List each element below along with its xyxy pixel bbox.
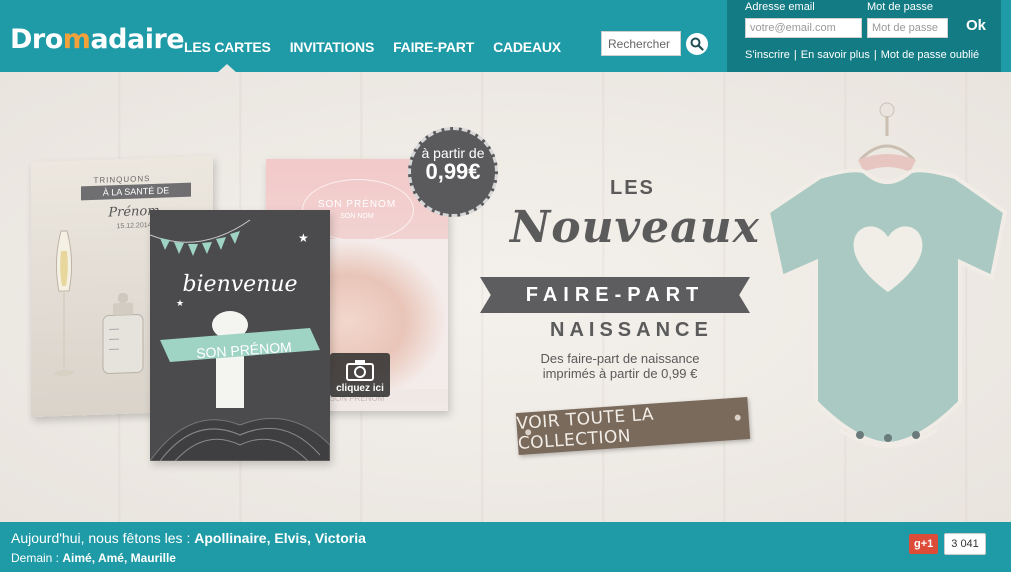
headline-ribbon: FAIRE-PART (480, 277, 750, 313)
top-header: Dromadaire Les cartes Invitations Faire-… (0, 0, 1011, 73)
separator: | (793, 49, 797, 61)
search-input[interactable] (601, 31, 681, 56)
google-plus-button[interactable]: g+1 (909, 534, 939, 554)
tomorrow-names: Aimé, Amé, Maurille (62, 551, 176, 565)
price-badge-value: 0,99€ (425, 159, 481, 184)
google-plus-widget: g+1 3 041 (909, 533, 986, 555)
camera-icon (346, 360, 374, 381)
today-names: Apollinaire, Elvis, Victoria (194, 530, 366, 546)
search-icon (690, 37, 704, 51)
google-plus-count: 3 041 (944, 533, 986, 555)
baby-onesie-illustration (765, 102, 1008, 448)
nav-invitations[interactable]: Invitations (290, 39, 375, 55)
site-logo[interactable]: Dromadaire (10, 24, 185, 55)
footer-bar: Aujourd'hui, nous fêtons les : Apollinai… (0, 522, 1011, 572)
register-link[interactable]: S'inscrire (745, 49, 790, 61)
camera-label: cliquez ici (336, 383, 384, 394)
login-links: S'inscrire | En savoir plus | Mot de passe o… (745, 49, 979, 61)
hero-subtitle: Des faire-part de naissance imprimés à p… (540, 351, 700, 381)
name-day-tomorrow: Demain : Aimé, Amé, Maurille (11, 551, 176, 565)
password-label: Mot de passe (867, 1, 934, 13)
card-title: bienvenue (182, 272, 298, 297)
today-label: Aujourd'hui, nous fêtons les : (11, 530, 191, 546)
separator: | (873, 49, 877, 61)
main-nav: Les cartes Invitations Faire-part Cadeau… (184, 39, 561, 73)
svg-text:★: ★ (176, 298, 184, 308)
logo-text-start: Dro (10, 24, 63, 55)
learn-more-link[interactable]: En savoir plus (801, 49, 870, 61)
hero-banner[interactable]: TRINQUONS À LA SANTÉ DE Prénom 15.12.201… (0, 72, 1011, 522)
nav-faire-part[interactable]: Faire-part (393, 39, 474, 55)
password-field[interactable] (867, 18, 948, 38)
headline-nouveaux: Nouveaux (510, 202, 760, 253)
logo-text-end: adaire (90, 24, 185, 55)
email-label: Adresse email (745, 1, 815, 13)
login-ok-button[interactable]: Ok (966, 17, 986, 34)
card-line: À LA SANTÉ DE (81, 182, 191, 201)
champagne-bottle-illustration (54, 230, 144, 377)
svg-text:★: ★ (298, 231, 309, 245)
headline-les: LES (610, 177, 655, 199)
price-badge: à partir de 0,99€ (408, 127, 498, 217)
forgot-password-link[interactable]: Mot de passe oublié (881, 49, 979, 61)
logo-text-accent: m (62, 24, 91, 55)
login-panel: Adresse email Mot de passe Ok S'inscrire… (727, 0, 1001, 72)
tomorrow-label: Demain : (11, 551, 60, 565)
camera-preview-button[interactable]: cliquez ici (330, 353, 390, 397)
card-bienvenue: ★ ★ bienvenue SON PRÉNOM (150, 210, 330, 461)
headline-naissance: NAISSANCE (550, 319, 713, 341)
nav-les-cartes[interactable]: Les cartes (184, 39, 271, 73)
bienvenue-illustration: ★ ★ (150, 219, 330, 461)
email-field[interactable] (745, 18, 862, 38)
view-collection-button[interactable]: VOIR TOUTE LA COLLECTION (515, 396, 751, 456)
search-button[interactable] (686, 33, 708, 55)
nav-cadeaux[interactable]: Cadeaux (493, 39, 561, 55)
name-day-today: Aujourd'hui, nous fêtons les : Apollinai… (11, 530, 366, 546)
